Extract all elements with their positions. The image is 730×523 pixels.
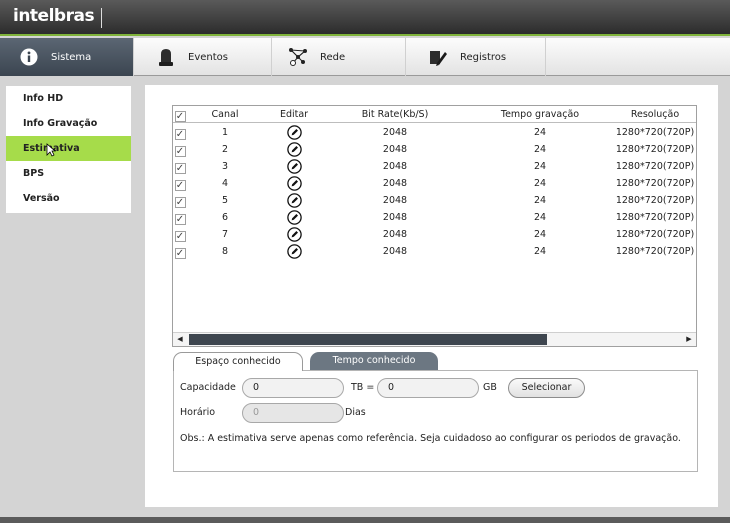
table-header: ✓ Canal Editar Bit Rate(Kb/S) Tempo grav…: [173, 106, 696, 123]
cell-bitrate: 2048: [382, 127, 408, 138]
cell-channel: 6: [221, 212, 229, 223]
table-row: ✓ 7 2048 24 1280*720(720P): [173, 226, 696, 243]
sidebar-item-bps[interactable]: BPS: [6, 161, 131, 186]
cell-bitrate: 2048: [382, 246, 408, 257]
cell-resolution: 1280*720(720P): [615, 246, 695, 257]
table-row: ✓ 8 2048 24 1280*720(720P): [173, 243, 696, 260]
cell-resolution: 1280*720(720P): [615, 144, 695, 155]
row-checkbox[interactable]: ✓: [174, 146, 186, 157]
tab-espaco-conhecido[interactable]: Espaço conhecido: [173, 352, 303, 371]
row-checkbox[interactable]: ✓: [174, 248, 186, 259]
top-bar: intelbras: [0, 0, 730, 36]
tb-unit-label: TB =: [351, 382, 375, 393]
nav-label-rede: Rede: [320, 51, 346, 63]
cell-resolution: 1280*720(720P): [615, 178, 695, 189]
table-row: ✓ 3 2048 24 1280*720(720P): [173, 158, 696, 175]
row-checkbox[interactable]: ✓: [174, 163, 186, 174]
edit-icon[interactable]: [286, 142, 302, 158]
time-label: Horário: [180, 407, 216, 418]
table-row: ✓ 5 2048 24 1280*720(720P): [173, 192, 696, 209]
sidebar-item-versao[interactable]: Versão: [6, 186, 131, 211]
cell-resolution: 1280*720(720P): [615, 195, 695, 206]
cell-channel: 8: [221, 246, 229, 257]
select-all-checkbox[interactable]: ✓: [174, 111, 186, 122]
capacity-label: Capacidade: [180, 382, 236, 393]
header-channel: Canal: [211, 109, 239, 120]
sidebar-item-estimativa[interactable]: Estimativa: [6, 136, 131, 161]
cell-bitrate: 2048: [382, 195, 408, 206]
sidebar-item-info-gravacao[interactable]: Info Gravação: [6, 111, 131, 136]
scroll-right-arrow-icon[interactable]: ▶: [682, 333, 696, 346]
nav-label-eventos: Eventos: [188, 51, 228, 63]
edit-icon[interactable]: [286, 159, 302, 175]
edit-icon[interactable]: [286, 227, 302, 243]
table-row: ✓ 6 2048 24 1280*720(720P): [173, 209, 696, 226]
header-edit: Editar: [279, 109, 309, 120]
channel-table: ✓ Canal Editar Bit Rate(Kb/S) Tempo grav…: [172, 105, 697, 347]
row-checkbox[interactable]: ✓: [174, 197, 186, 208]
nav-item-registros[interactable]: Registros: [406, 38, 546, 76]
cell-channel: 5: [221, 195, 229, 206]
edit-icon[interactable]: [286, 125, 302, 141]
main-nav: Sistema Eventos Rede Registros: [0, 38, 730, 76]
nav-item-eventos[interactable]: Eventos: [134, 38, 272, 76]
table-row: ✓ 2 2048 24 1280*720(720P): [173, 141, 696, 158]
scroll-left-arrow-icon[interactable]: ◀: [173, 333, 187, 346]
cell-bitrate: 2048: [382, 229, 408, 240]
cell-channel: 1: [221, 127, 229, 138]
logo-divider: [101, 8, 102, 28]
table-row: ✓ 1 2048 24 1280*720(720P): [173, 124, 696, 141]
edit-icon[interactable]: [286, 244, 302, 260]
info-icon: [19, 47, 39, 67]
sidebar-item-info-hd[interactable]: Info HD: [6, 86, 131, 111]
header-resolution: Resolução: [630, 109, 680, 120]
capacity-gb-input[interactable]: 0: [377, 378, 479, 398]
edit-icon[interactable]: [286, 193, 302, 209]
cell-channel: 2: [221, 144, 229, 155]
estimate-form: Capacidade 0 TB = 0 GB Selecionar Horári…: [173, 370, 698, 472]
estimate-note: Obs.: A estimativa serve apenas como ref…: [180, 433, 681, 444]
cell-resolution: 1280*720(720P): [615, 212, 695, 223]
cell-channel: 7: [221, 229, 229, 240]
cell-bitrate: 2048: [382, 144, 408, 155]
bottom-bar: [0, 517, 730, 523]
pencil-document-icon: [428, 47, 448, 67]
content-panel: ✓ Canal Editar Bit Rate(Kb/S) Tempo grav…: [145, 85, 718, 507]
capacity-tb-input[interactable]: 0: [242, 378, 344, 398]
row-checkbox[interactable]: ✓: [174, 214, 186, 225]
row-checkbox[interactable]: ✓: [174, 180, 186, 191]
cell-channel: 3: [221, 161, 229, 172]
table-row: ✓ 4 2048 24 1280*720(720P): [173, 175, 696, 192]
row-checkbox[interactable]: ✓: [174, 129, 186, 140]
intelbras-logo: intelbras: [13, 6, 95, 26]
alarm-icon: [156, 47, 176, 67]
cell-bitrate: 2048: [382, 178, 408, 189]
nav-label-sistema: Sistema: [51, 51, 92, 63]
horizontal-scrollbar[interactable]: ◀ ▶: [173, 332, 696, 346]
cell-bitrate: 2048: [382, 161, 408, 172]
cell-bitrate: 2048: [382, 212, 408, 223]
days-unit-label: Dias: [345, 407, 366, 418]
edit-icon[interactable]: [286, 210, 302, 226]
cell-channel: 4: [221, 178, 229, 189]
nav-item-sistema[interactable]: Sistema: [0, 38, 134, 76]
tab-tempo-conhecido[interactable]: Tempo conhecido: [310, 352, 438, 371]
network-icon: [288, 47, 308, 67]
select-button[interactable]: Selecionar: [508, 378, 585, 398]
row-checkbox[interactable]: ✓: [174, 231, 186, 242]
header-bitrate: Bit Rate(Kb/S): [361, 109, 429, 120]
sidebar: Info HD Info Gravação Estimativa BPS Ver…: [6, 86, 131, 213]
days-input[interactable]: 0: [242, 403, 344, 423]
gb-unit-label: GB: [483, 382, 497, 393]
cell-resolution: 1280*720(720P): [615, 127, 695, 138]
scroll-thumb[interactable]: [189, 334, 547, 345]
cell-resolution: 1280*720(720P): [615, 161, 695, 172]
cell-resolution: 1280*720(720P): [615, 229, 695, 240]
nav-item-rede[interactable]: Rede: [272, 38, 406, 76]
nav-label-registros: Registros: [460, 51, 507, 63]
edit-icon[interactable]: [286, 176, 302, 192]
